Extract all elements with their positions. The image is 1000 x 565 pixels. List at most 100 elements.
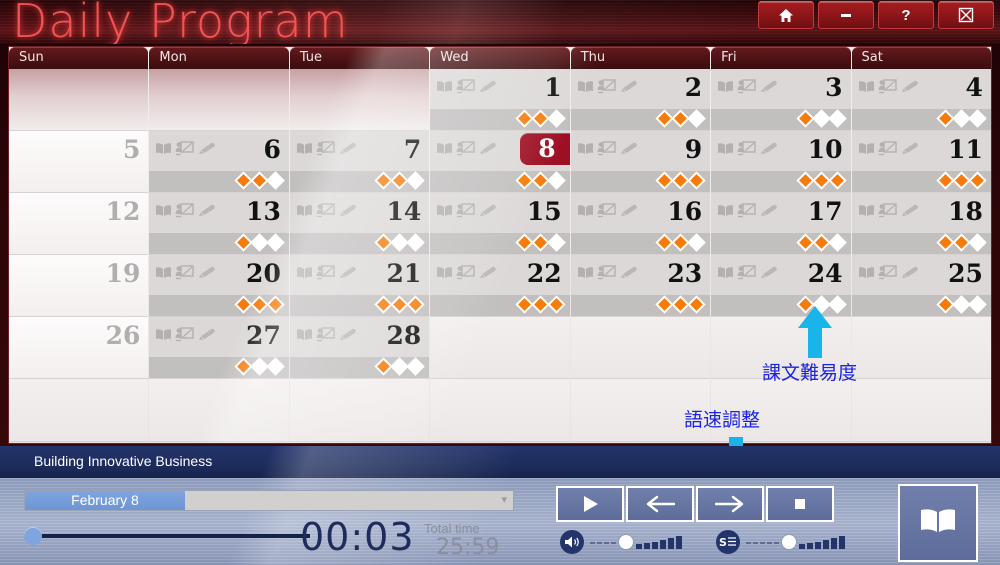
calendar-day-cell[interactable]: 3 [711, 69, 851, 131]
rating-diamonds[interactable] [514, 109, 566, 128]
rating-diamonds[interactable] [936, 109, 987, 128]
rating-diamonds[interactable] [374, 295, 425, 314]
next-button[interactable] [696, 486, 764, 522]
cell-top: 21 [289, 255, 430, 295]
volume-track[interactable] [590, 535, 682, 549]
calendar-day-cell[interactable]: 10 [711, 131, 851, 193]
rating-diamond[interactable] [406, 171, 425, 190]
calendar-day-cell[interactable]: 12 [9, 193, 149, 255]
calendar-day-cell[interactable]: 7 [289, 131, 430, 193]
rating-diamonds[interactable] [655, 233, 706, 252]
rating-diamond[interactable] [266, 295, 285, 314]
calendar-day-cell[interactable]: 20 [149, 255, 289, 317]
volume-knob[interactable] [619, 535, 633, 549]
calendar-day-cell[interactable]: 5 [9, 131, 149, 193]
rating-diamond[interactable] [406, 357, 425, 376]
rating-diamonds[interactable] [514, 233, 566, 252]
previous-button[interactable] [626, 486, 694, 522]
calendar-day-cell[interactable]: 21 [289, 255, 430, 317]
calendar-day-cell[interactable]: 26 [9, 317, 149, 379]
rating-diamond[interactable] [687, 295, 706, 314]
rating-diamond[interactable] [266, 233, 285, 252]
presentation-icon [597, 141, 616, 156]
rating-diamonds[interactable] [234, 295, 285, 314]
calendar-empty-cell [289, 379, 430, 442]
calendar-day-cell[interactable]: 14 [289, 193, 430, 255]
rating-diamonds[interactable] [795, 233, 847, 252]
rating-diamond[interactable] [266, 357, 285, 376]
rating-diamond[interactable] [827, 171, 847, 190]
calendar-day-cell[interactable]: 27 [149, 317, 289, 379]
calendar-day-cell[interactable]: 1 [430, 69, 570, 131]
day-number: 15 [526, 197, 562, 226]
rating-diamonds[interactable] [374, 171, 425, 190]
rating-diamonds[interactable] [795, 171, 847, 190]
rating-diamond[interactable] [968, 171, 987, 190]
speed-track[interactable] [746, 535, 845, 549]
play-button[interactable] [556, 486, 624, 522]
rating-diamonds[interactable] [936, 295, 987, 314]
presentation-icon [597, 203, 616, 218]
rating-diamond[interactable] [546, 295, 566, 314]
stop-button[interactable] [766, 486, 834, 522]
calendar-day-cell[interactable]: 15 [430, 193, 570, 255]
rating-diamonds[interactable] [655, 295, 706, 314]
rating-diamonds[interactable] [655, 171, 706, 190]
calendar-day-cell[interactable]: 23 [570, 255, 711, 317]
rating-diamonds[interactable] [374, 233, 425, 252]
rating-diamond[interactable] [687, 233, 706, 252]
calendar-day-cell[interactable]: 19 [9, 255, 149, 317]
rating-diamond[interactable] [968, 109, 987, 128]
rating-diamonds[interactable] [936, 233, 987, 252]
rating-diamond[interactable] [406, 233, 425, 252]
presentation-icon [737, 141, 756, 156]
rating-diamonds[interactable] [234, 357, 285, 376]
rating-diamond[interactable] [546, 109, 566, 128]
rating-diamonds[interactable] [795, 109, 847, 128]
textbook-button[interactable] [898, 484, 978, 562]
calendar-day-cell[interactable]: 22 [430, 255, 570, 317]
title-bar: Daily Program ? [0, 0, 1000, 44]
progress-slider[interactable] [24, 527, 314, 545]
calendar-day-cell[interactable]: 2 [570, 69, 711, 131]
calendar-day-cell[interactable]: 25 [851, 255, 991, 317]
rating-diamond[interactable] [968, 233, 987, 252]
rating-diamonds[interactable] [234, 233, 285, 252]
rating-diamond[interactable] [687, 171, 706, 190]
rating-diamond[interactable] [406, 295, 425, 314]
volume-slider[interactable] [560, 530, 682, 554]
home-button[interactable] [758, 1, 814, 29]
rating-diamonds[interactable] [514, 171, 566, 190]
date-select[interactable]: February 8 ▾ [24, 490, 514, 511]
speed-slider[interactable]: S [716, 530, 845, 554]
volume-dash [597, 542, 602, 544]
progress-knob[interactable] [24, 527, 42, 545]
rating-diamond[interactable] [827, 233, 847, 252]
calendar-day-cell[interactable]: 13 [149, 193, 289, 255]
rating-diamond[interactable] [266, 171, 285, 190]
rating-diamonds[interactable] [514, 295, 566, 314]
rating-diamonds[interactable] [655, 109, 706, 128]
rating-diamonds[interactable] [234, 171, 285, 190]
rating-diamond[interactable] [546, 171, 566, 190]
calendar-day-cell[interactable]: 8 [430, 131, 570, 193]
rating-diamond[interactable] [687, 109, 706, 128]
rating-diamonds[interactable] [936, 171, 987, 190]
minimize-button[interactable] [818, 1, 874, 29]
calendar-day-cell[interactable]: 4 [851, 69, 991, 131]
calendar-day-cell[interactable]: 6 [149, 131, 289, 193]
close-button[interactable] [938, 1, 994, 29]
calendar-day-cell[interactable]: 17 [711, 193, 851, 255]
rating-diamond[interactable] [968, 295, 987, 314]
help-button[interactable]: ? [878, 1, 934, 29]
calendar-day-cell[interactable]: 28 [289, 317, 430, 379]
rating-diamond[interactable] [827, 109, 847, 128]
presentation-icon [175, 141, 195, 156]
calendar-day-cell[interactable]: 18 [851, 193, 991, 255]
calendar-day-cell[interactable]: 9 [570, 131, 711, 193]
speed-knob[interactable] [782, 535, 796, 549]
calendar-day-cell[interactable]: 16 [570, 193, 711, 255]
calendar-day-cell[interactable]: 11 [851, 131, 991, 193]
rating-diamond[interactable] [546, 233, 566, 252]
rating-diamonds[interactable] [374, 357, 425, 376]
